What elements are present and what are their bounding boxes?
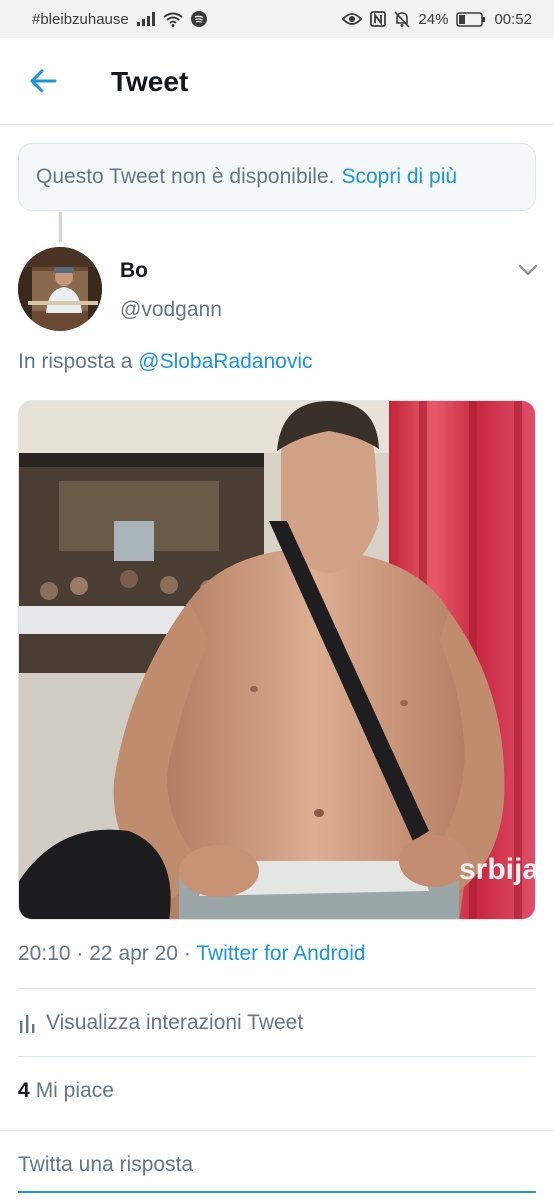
- media-watermark: srbija: [459, 853, 536, 886]
- nfc-icon: [370, 11, 387, 27]
- meta-separator: ·: [183, 942, 191, 965]
- divider: [18, 1056, 536, 1057]
- reply-composer: Twitta una risposta: [0, 1130, 554, 1200]
- tweet-time: 20:10: [18, 942, 71, 965]
- battery-percent: 24%: [418, 10, 449, 28]
- tweet-source-link[interactable]: Twitter for Android: [196, 942, 365, 965]
- tweet-media-image[interactable]: srbija: [18, 400, 536, 920]
- divider: [18, 988, 536, 989]
- likes-label: Mi piace: [35, 1079, 114, 1102]
- likes-count: 4: [18, 1079, 30, 1102]
- author-name[interactable]: Bo: [120, 259, 148, 283]
- reply-prefix: In risposta a: [18, 350, 133, 373]
- likes-count-button[interactable]: 4 Mi piace: [18, 1079, 114, 1103]
- eye-icon: [342, 12, 363, 26]
- interactions-label: Visualizza interazioni Tweet: [46, 1011, 304, 1034]
- page-title: Tweet: [111, 66, 189, 97]
- status-time: 00:52: [494, 10, 532, 28]
- tweet-options-button[interactable]: [514, 258, 542, 282]
- spotify-icon: [190, 11, 207, 27]
- status-hashtag: #bleibzuhause: [32, 10, 129, 28]
- author-handle[interactable]: @vodgann: [120, 298, 222, 322]
- unavailable-tweet-notice: Questo Tweet non è disponibile. Scopri d…: [18, 143, 536, 211]
- app-bar: Tweet: [0, 38, 554, 125]
- meta-separator: ·: [76, 942, 84, 965]
- back-button[interactable]: [26, 66, 60, 96]
- reply-input[interactable]: Twitta una risposta: [18, 1153, 193, 1177]
- tweet-meta: 20:10 · 22 apr 20 · Twitter for Android: [18, 942, 366, 966]
- wifi-icon: [163, 12, 183, 27]
- thread-line: [59, 212, 62, 242]
- unavailable-message: Questo Tweet non è disponibile.: [36, 165, 335, 188]
- learn-more-link[interactable]: Scopri di più: [341, 165, 457, 189]
- arrow-left-icon: [30, 69, 57, 93]
- view-interactions-button[interactable]: Visualizza interazioni Tweet: [18, 1011, 303, 1035]
- status-bar: #bleibzuhause 24% 00:52: [0, 0, 554, 38]
- bar-chart-icon: [20, 1015, 35, 1033]
- battery-icon: [456, 11, 486, 27]
- chevron-down-icon: [518, 264, 538, 276]
- reply-mention-link[interactable]: @SlobaRadanovic: [138, 350, 312, 373]
- avatar[interactable]: [18, 247, 102, 331]
- reply-input-underline: [18, 1191, 536, 1193]
- status-left: #bleibzuhause: [32, 11, 342, 28]
- reply-context: In risposta a @SlobaRadanovic: [18, 350, 313, 374]
- status-right: 24% 00:52: [342, 11, 532, 28]
- mute-bell-icon: [394, 10, 411, 28]
- signal-icon: [136, 12, 155, 26]
- tweet-date: 22 apr 20: [89, 942, 178, 965]
